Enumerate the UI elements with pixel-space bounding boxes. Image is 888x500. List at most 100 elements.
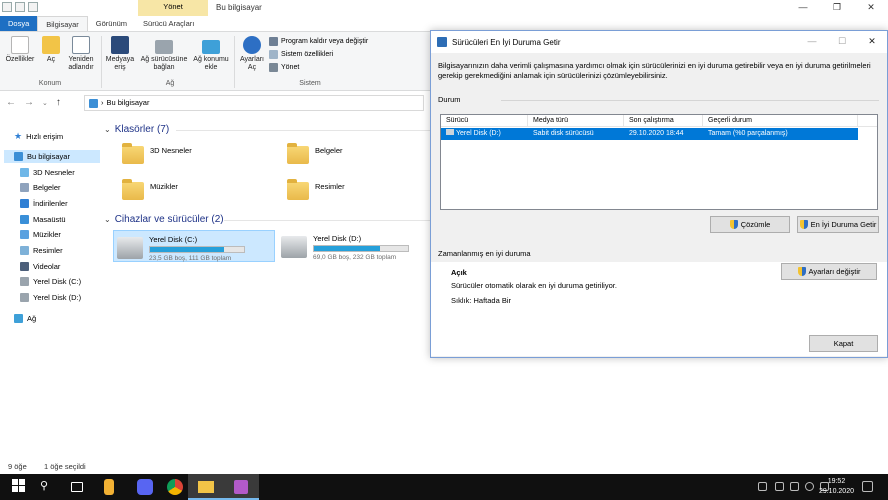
folder-music[interactable]: Müzikler xyxy=(122,179,178,200)
qat-properties-icon[interactable] xyxy=(2,2,12,12)
manage-button[interactable]: Yönet xyxy=(269,63,299,72)
section-divider xyxy=(176,130,430,131)
drive-usage-bar xyxy=(149,246,245,253)
window-controls: — ❐ ✕ xyxy=(786,0,888,16)
tray-app-icon[interactable] xyxy=(775,482,784,491)
change-settings-button[interactable]: Ayarları değiştir xyxy=(781,263,877,280)
defrag-taskbar-button[interactable] xyxy=(223,474,259,500)
devices-section-header[interactable]: ⌄ Cihazlar ve sürücüler (2) xyxy=(104,214,224,225)
address-box[interactable]: › Bu bilgisayar xyxy=(84,95,424,111)
task-view-icon[interactable] xyxy=(71,482,83,492)
uninstall-program-button[interactable]: Program kaldır veya değiştir xyxy=(269,37,368,46)
sidebar-item-this-pc[interactable]: Bu bilgisayar xyxy=(4,150,100,163)
folder-3d-objects[interactable]: 3D Nesneler xyxy=(122,143,192,164)
app-icon[interactable] xyxy=(104,479,114,495)
optimize-button[interactable]: En İyi Duruma Getir xyxy=(797,216,879,233)
open-button[interactable]: Aç xyxy=(40,36,62,64)
column-header-last-run[interactable]: Son çalıştırma xyxy=(624,115,703,126)
minimize-icon[interactable]: — xyxy=(797,31,827,53)
folders-section-header[interactable]: ⌄ Klasörler (7) xyxy=(104,124,169,135)
maximize-icon[interactable]: ❐ xyxy=(820,0,854,16)
star-icon: ★ xyxy=(14,131,23,141)
folder-label: Belgeler xyxy=(315,145,343,155)
forward-arrow-icon[interactable]: → xyxy=(24,97,34,108)
address-path: Bu bilgisayar xyxy=(106,98,150,107)
folder-icon xyxy=(122,143,144,164)
drives-list[interactable]: Sürücü Medya türü Son çalıştırma Geçerli… xyxy=(440,114,878,210)
system-properties-button[interactable]: Sistem özellikleri xyxy=(269,50,333,59)
sidebar-item-3d-objects[interactable]: 3D Nesneler xyxy=(20,166,75,179)
map-network-drive-button[interactable]: Ağ sürücüsüne bağlan xyxy=(137,40,191,72)
properties-button[interactable]: Özellikler xyxy=(4,36,36,64)
start-windows-icon[interactable] xyxy=(12,479,28,495)
column-header-current-status[interactable]: Geçerli durum xyxy=(703,115,858,126)
taskbar-clock[interactable]: 19:52 29.10.2020 xyxy=(819,477,854,497)
qat-checkmark-icon[interactable] xyxy=(15,2,25,12)
optimize-label: En İyi Duruma Getir xyxy=(810,220,877,229)
qat-folder-icon[interactable] xyxy=(28,2,38,12)
drive-size: 23,5 GB boş, 111 GB toplam xyxy=(149,255,232,262)
drive-c-tile[interactable]: Yerel Disk (C:) 23,5 GB boş, 111 GB topl… xyxy=(113,230,275,262)
sidebar-item-label: Müzikler xyxy=(33,230,61,239)
map-drive-label: Ağ sürücüsüne bağlan xyxy=(140,56,188,71)
tab-view[interactable]: Görünüm xyxy=(88,16,135,31)
folder-icon xyxy=(287,179,309,200)
group-label-location: Konum xyxy=(38,80,62,87)
sidebar-item-quick-access[interactable]: ★ Hızlı erişim xyxy=(14,130,63,143)
close-button[interactable]: Kapat xyxy=(809,335,878,352)
tray-chevron-icon[interactable] xyxy=(758,482,767,491)
tab-drive-tools[interactable]: Sürücü Araçları xyxy=(135,16,202,31)
open-folder-icon xyxy=(42,36,60,54)
media-access-button[interactable]: Medyaya eriş xyxy=(104,36,136,72)
analyze-button[interactable]: Çözümle xyxy=(710,216,790,233)
sidebar-item-disk-d[interactable]: Yerel Disk (D:) xyxy=(20,291,81,304)
back-arrow-icon[interactable]: ← xyxy=(6,97,16,108)
explorer-taskbar-button[interactable] xyxy=(188,474,224,500)
drive-icon xyxy=(20,293,29,302)
sidebar-item-disk-c[interactable]: Yerel Disk (C:) xyxy=(20,275,81,288)
drive-icon xyxy=(446,129,454,135)
close-icon[interactable]: ✕ xyxy=(857,31,887,53)
3d-objects-icon xyxy=(20,168,29,177)
sidebar-item-music[interactable]: Müzikler xyxy=(20,228,61,241)
sidebar-item-network[interactable]: Ağ xyxy=(14,312,36,325)
recent-chevron-icon[interactable]: ⌄ xyxy=(42,99,48,108)
sidebar-item-label: Bu bilgisayar xyxy=(27,152,70,161)
folder-pictures[interactable]: Resimler xyxy=(287,179,345,200)
minimize-icon[interactable]: — xyxy=(786,0,820,16)
discord-icon[interactable] xyxy=(137,479,153,495)
explorer-titlebar: Yönet Bu bilgisayar — ❐ ✕ xyxy=(0,0,888,16)
maximize-icon[interactable]: ☐ xyxy=(827,31,857,53)
notification-icon[interactable] xyxy=(862,481,873,492)
column-header-media-type[interactable]: Medya türü xyxy=(528,115,624,126)
chevron-down-icon: ⌄ xyxy=(104,125,111,134)
clock-time: 19:52 xyxy=(827,478,846,485)
chrome-icon[interactable] xyxy=(167,479,183,495)
close-icon[interactable]: ✕ xyxy=(854,0,888,16)
column-header-drive[interactable]: Sürücü xyxy=(441,115,528,126)
tab-computer[interactable]: Bilgisayar xyxy=(37,16,88,31)
sidebar-item-label: Masaüstü xyxy=(33,215,66,224)
sidebar-item-videos[interactable]: Videolar xyxy=(20,260,60,273)
rename-label: Yeniden adlandır xyxy=(68,56,94,71)
file-explorer-icon xyxy=(198,481,214,493)
address-separator-icon: › xyxy=(101,98,104,107)
sidebar-item-pictures[interactable]: Resimler xyxy=(20,244,63,257)
sidebar-item-documents[interactable]: Belgeler xyxy=(20,181,61,194)
tab-file[interactable]: Dosya xyxy=(0,16,38,31)
folder-documents[interactable]: Belgeler xyxy=(287,143,343,164)
rename-button[interactable]: Yeniden adlandır xyxy=(64,36,98,72)
list-item[interactable]: Yerel Disk (D:) Sabit disk sürücüsü 29.1… xyxy=(441,128,858,140)
sidebar-item-desktop[interactable]: Masaüstü xyxy=(20,213,66,226)
music-icon xyxy=(20,230,29,239)
network-icon[interactable] xyxy=(805,482,814,491)
sidebar-item-downloads[interactable]: İndirilenler xyxy=(20,197,68,210)
drive-d-tile[interactable]: Yerel Disk (D:) 69,0 GB boş, 232 GB topl… xyxy=(278,230,440,262)
open-settings-button[interactable]: Ayarları Aç xyxy=(238,36,266,72)
search-icon[interactable]: ⚲ xyxy=(40,479,56,495)
add-network-location-button[interactable]: Ağ konumu ekle xyxy=(193,40,229,72)
computer-icon xyxy=(89,98,98,108)
uninstall-label: Program kaldır veya değiştir xyxy=(281,38,369,45)
tray-app-icon[interactable] xyxy=(790,482,799,491)
up-arrow-icon[interactable]: ↑ xyxy=(56,97,61,108)
